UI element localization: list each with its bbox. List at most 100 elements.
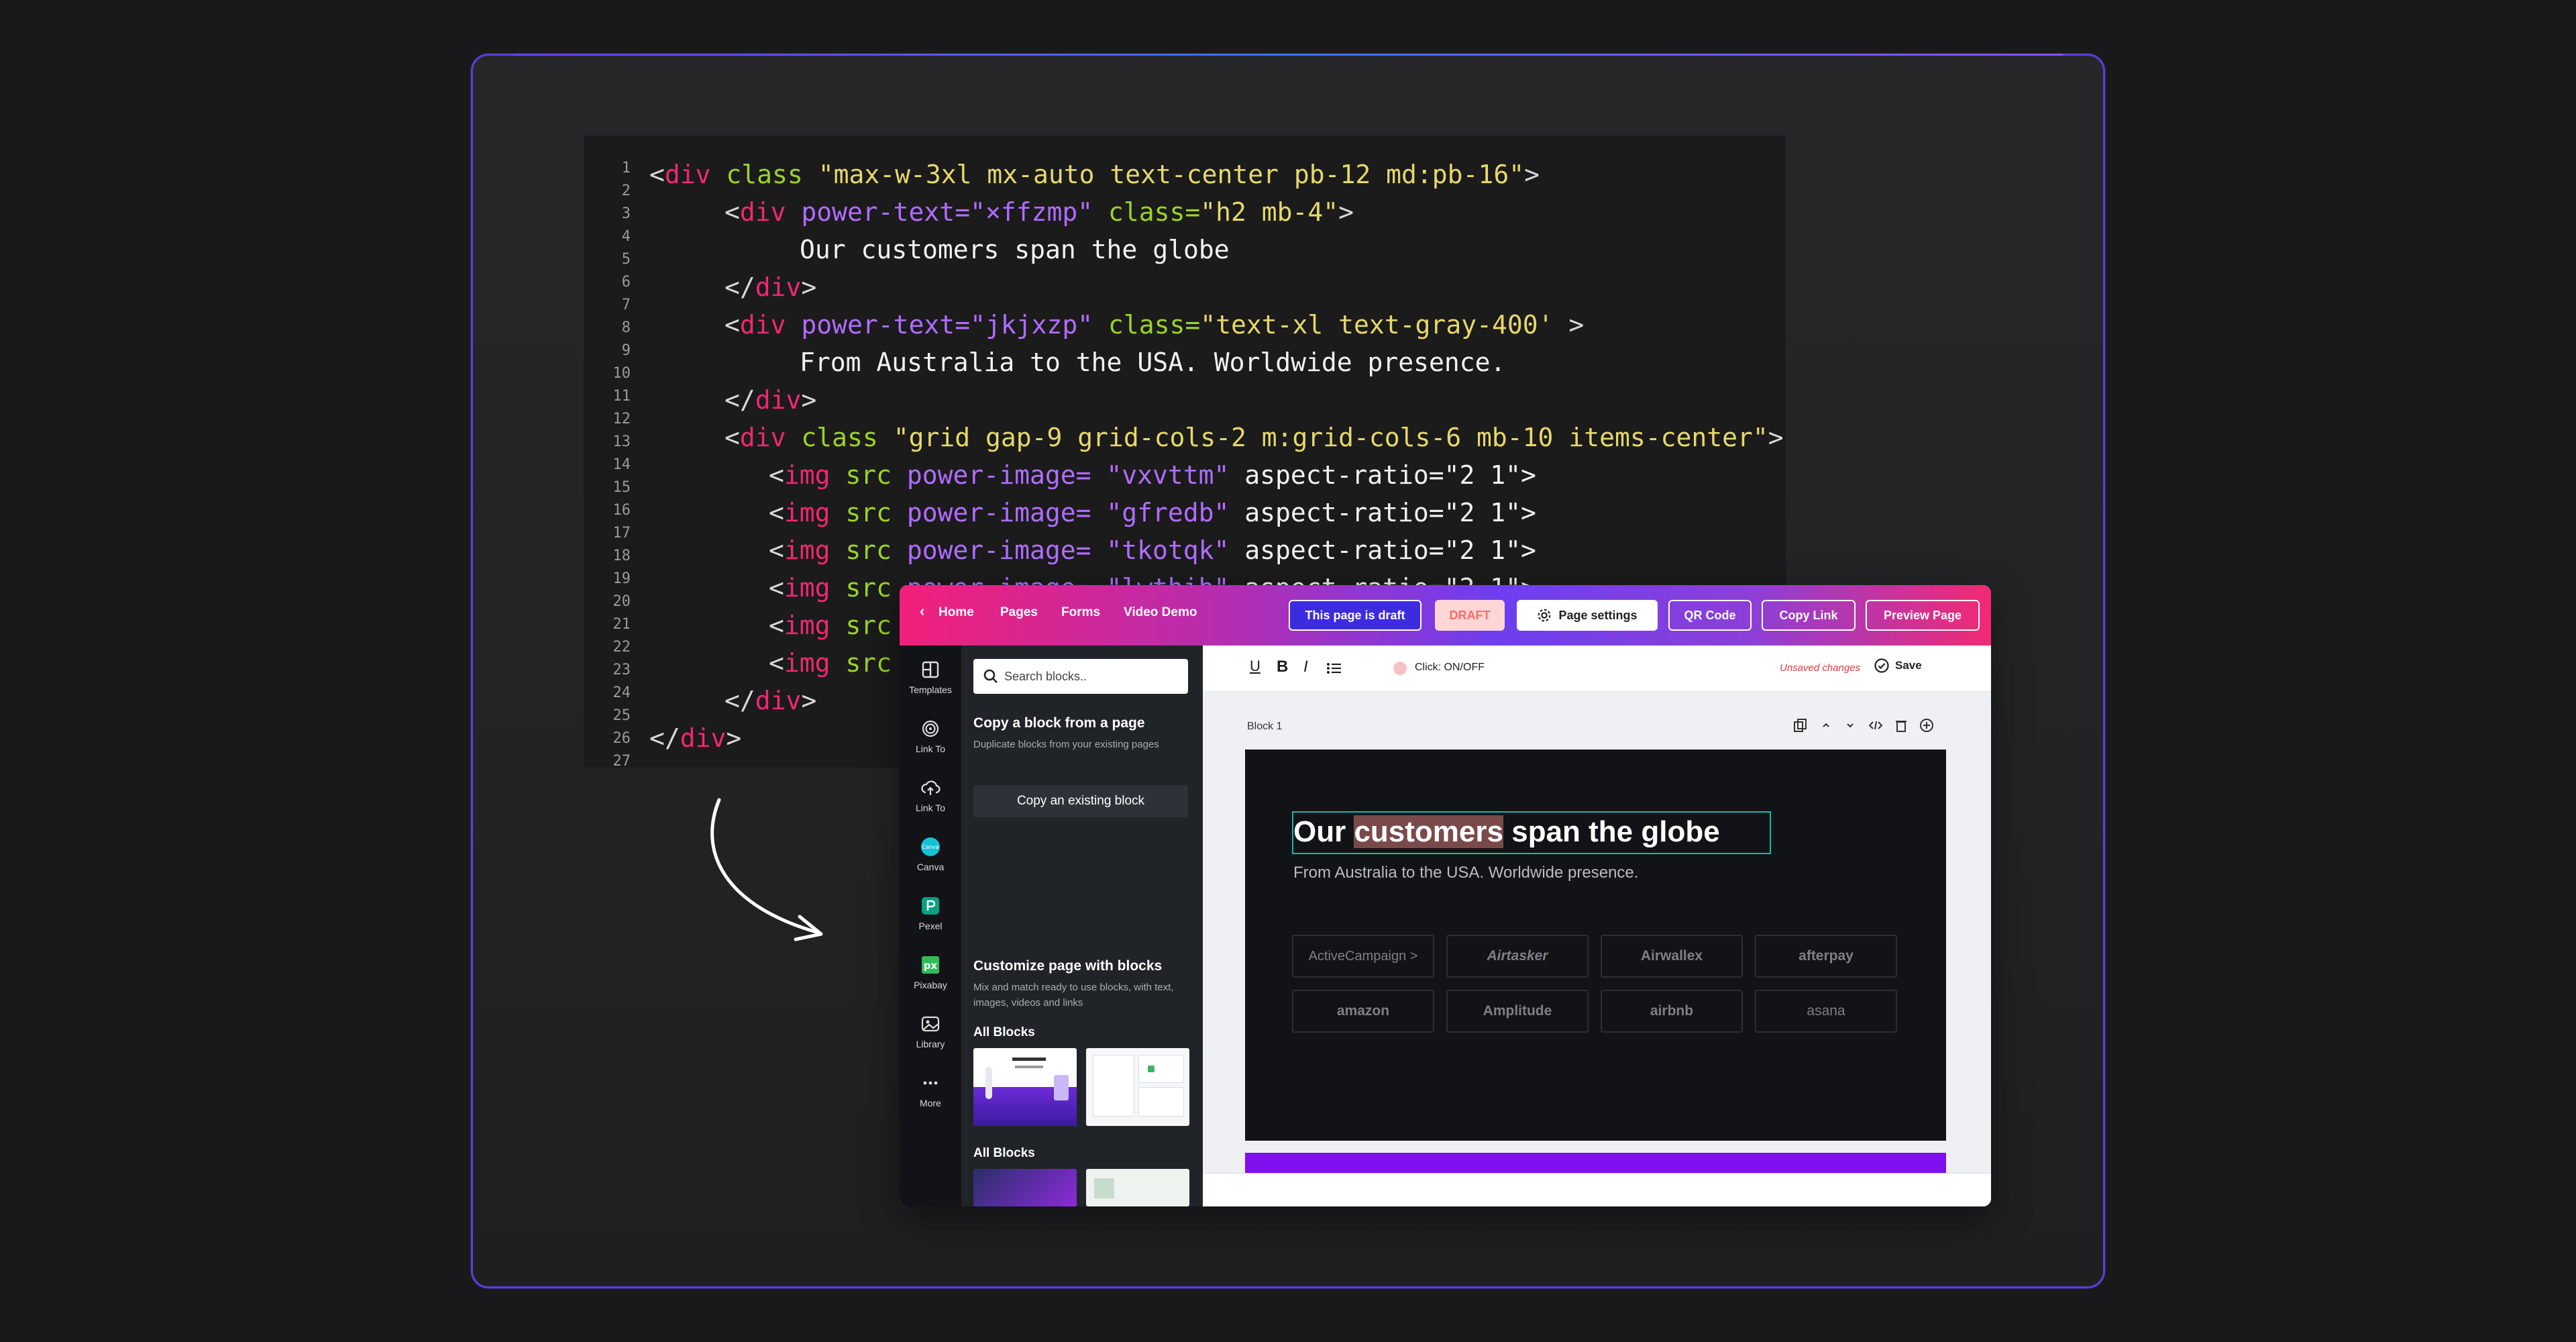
heading-text: span the globe [1503, 815, 1720, 848]
bold-button[interactable]: B [1277, 658, 1288, 676]
code-attr: power-image= [906, 498, 1107, 527]
code-attr: power-text= [786, 310, 971, 340]
library-tool[interactable]: Library [900, 1013, 961, 1049]
code-string: "text-xl text-gray-400' [1200, 310, 1554, 340]
copy-existing-block-button[interactable]: Copy an existing block [973, 785, 1188, 817]
trash-icon[interactable] [1895, 719, 1907, 732]
add-circle-icon[interactable] [1919, 718, 1934, 733]
code-line: <div power-text="jkjxzp" class="text-xl … [724, 306, 1584, 344]
check-circle-icon [1874, 658, 1889, 673]
block-heading: Our customers span the globe [1293, 815, 1720, 849]
line-number: 23 [612, 662, 631, 678]
pexel-tool[interactable]: Pexel [900, 895, 961, 931]
code-punct: > [801, 385, 817, 415]
italic-button[interactable]: I [1303, 658, 1308, 676]
logo-afterpay: afterpay [1755, 935, 1897, 978]
page-settings-label: Page settings [1558, 608, 1638, 622]
code-punct: < [769, 648, 784, 678]
code-icon[interactable] [1868, 719, 1883, 731]
list-icon[interactable] [1326, 662, 1342, 675]
back-chevron-icon[interactable]: ‹ [920, 603, 924, 620]
editor-area: U B I Click: ON/OFF Unsaved changes Save… [1203, 646, 1991, 1206]
link-to-upload-tool[interactable]: Link To [900, 777, 961, 813]
line-number: 27 [612, 753, 631, 768]
code-punct: > [1553, 310, 1585, 340]
code-string: "tkotqk" [1106, 535, 1230, 565]
block-template-thumbnail[interactable] [1086, 1048, 1189, 1126]
heading-text: Our [1293, 815, 1354, 848]
curved-arrow-icon [710, 798, 823, 941]
code-tag: img [784, 460, 830, 490]
templates-tool[interactable]: Templates [900, 659, 961, 695]
code-tag: img [784, 611, 830, 640]
bottom-bar [1203, 1173, 1991, 1206]
nav-video-demo[interactable]: Video Demo [1124, 605, 1197, 620]
all-blocks-heading: All Blocks [973, 1025, 1035, 1039]
block-template-thumbnail[interactable] [1086, 1169, 1189, 1206]
code-attr: src [830, 573, 907, 603]
duplicate-icon[interactable] [1793, 718, 1808, 733]
code-string: "max-w-3xl mx-auto text-center pb-12 md:… [818, 160, 1525, 189]
selected-heading-box[interactable]: Our customers span the globe [1292, 811, 1771, 854]
line-number: 13 [612, 433, 631, 450]
code-text: aspect-ratio="2 1"> [1229, 535, 1536, 565]
code-string: "h2 mb-4" [1200, 197, 1339, 227]
code-punct: < [769, 498, 784, 527]
customize-title: Customize page with blocks [973, 958, 1163, 974]
templates-icon [922, 661, 939, 678]
line-number: 24 [612, 684, 631, 701]
line-number: 1 [621, 160, 631, 176]
qr-code-button[interactable]: QR Code [1668, 600, 1752, 631]
code-line: <img src power-image= "gfredb" aspect-ra… [769, 494, 1536, 531]
all-blocks-heading: All Blocks [973, 1146, 1035, 1160]
draft-badge[interactable]: DRAFT [1435, 600, 1505, 631]
code-line: <img src [769, 644, 907, 682]
more-tool[interactable]: More [900, 1072, 961, 1108]
cloud-upload-icon [921, 780, 941, 795]
logo-amazon: amazon [1292, 990, 1434, 1033]
move-up-icon[interactable] [1820, 719, 1832, 731]
pixabay-tool[interactable]: px Pixabay [900, 954, 961, 990]
code-punct: < [649, 160, 665, 189]
code-string: "jkjxzp" [970, 310, 1093, 340]
pexel-icon [922, 897, 939, 915]
code-tag: div [755, 385, 802, 415]
copy-link-button[interactable]: Copy Link [1762, 600, 1856, 631]
nav-forms[interactable]: Forms [1061, 605, 1100, 620]
page-draft-button[interactable]: This page is draft [1289, 600, 1421, 631]
line-number: 16 [612, 502, 631, 519]
block-subtitle: From Australia to the USA. Worldwide pre… [1293, 864, 1639, 882]
search-blocks-input[interactable]: Search blocks.. [973, 659, 1188, 694]
preview-page-button[interactable]: Preview Page [1866, 600, 1980, 631]
code-tag: img [784, 648, 830, 678]
nav-home[interactable]: Home [938, 605, 974, 620]
heading-selected-text: customers [1354, 815, 1503, 848]
code-punct: </ [724, 686, 755, 715]
line-number: 20 [612, 593, 631, 610]
code-string: "×ffzmp" [970, 197, 1093, 227]
line-number: 5 [621, 251, 631, 268]
text-toolbar: U B I Click: ON/OFF Unsaved changes Save [1203, 646, 1991, 692]
nav-pages[interactable]: Pages [1000, 605, 1038, 620]
canva-tool[interactable]: Canva Canva [900, 836, 961, 872]
click-toggle-dot[interactable] [1393, 662, 1407, 675]
templates-label: Templates [909, 684, 952, 695]
page-settings-button[interactable]: Page settings [1517, 600, 1658, 631]
pixabay-glyph: px [924, 960, 938, 972]
link-to-label: Link To [915, 803, 946, 813]
code-punct: > [801, 686, 817, 715]
tool-sidebar: Templates Link To Link To Canva Canva Pe… [900, 646, 961, 1206]
move-down-icon[interactable] [1844, 719, 1856, 731]
underline-button[interactable]: U [1250, 658, 1260, 675]
block-template-thumbnail[interactable] [973, 1169, 1077, 1206]
line-number: 3 [621, 205, 631, 222]
pixabay-icon: px [922, 956, 939, 974]
block-label: Block 1 [1247, 721, 1283, 732]
code-attr: power-image= [906, 535, 1107, 565]
link-to-tool[interactable]: Link To [900, 718, 961, 754]
link-to-label: Link To [915, 743, 946, 754]
block-template-thumbnail[interactable] [973, 1048, 1077, 1126]
code-tag: div [739, 310, 786, 340]
logo-amplitude: Amplitude [1446, 990, 1589, 1033]
save-button[interactable]: Save [1874, 658, 1922, 674]
